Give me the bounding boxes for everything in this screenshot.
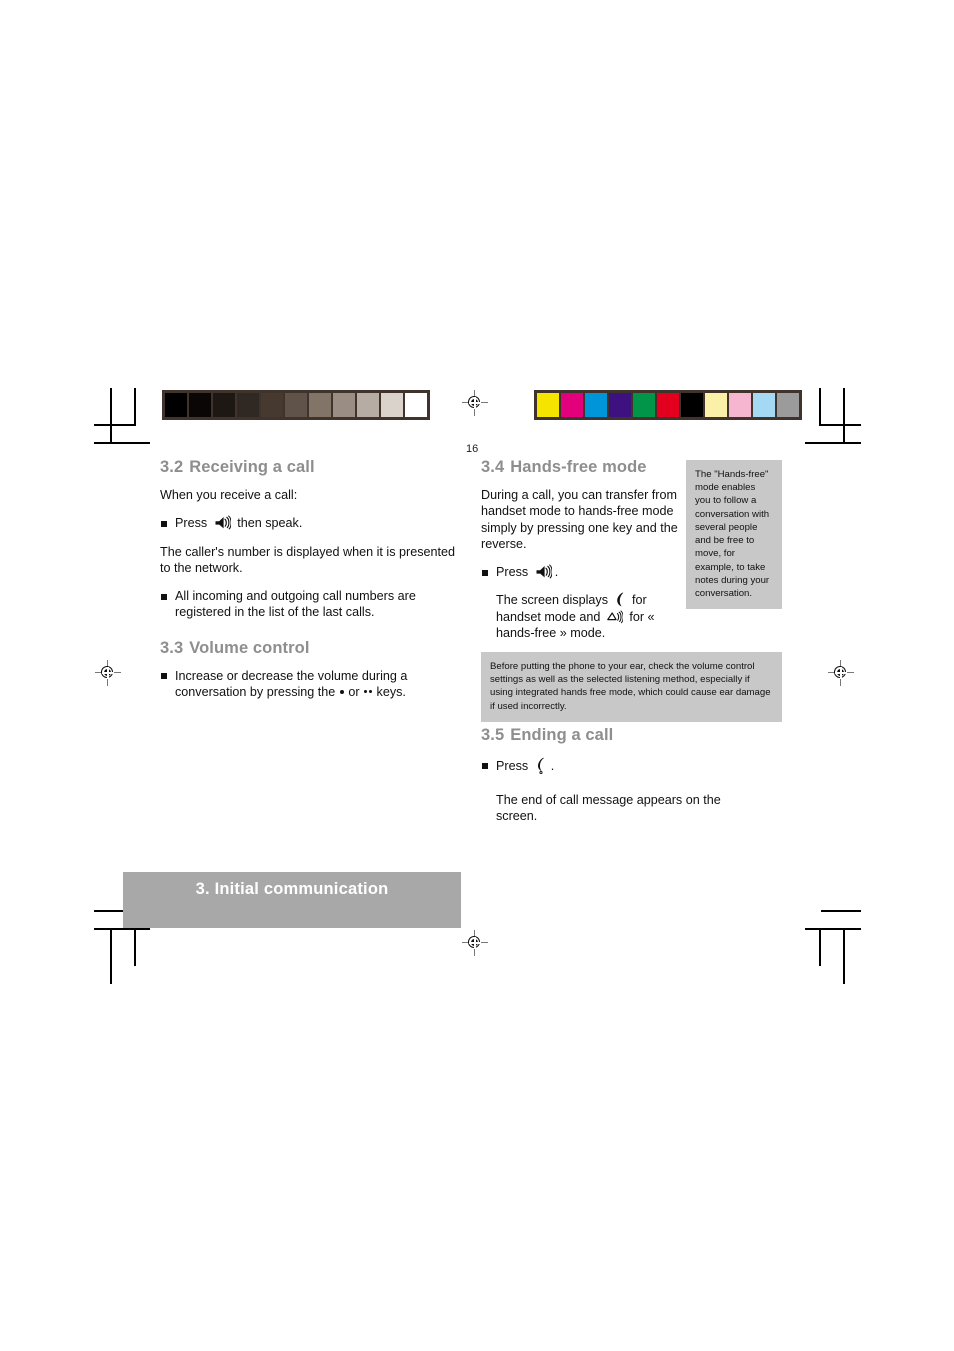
chapter-footer-banner: 3. Initial communication [123,872,461,928]
registration-target-icon-bottom [462,930,488,956]
press-period-hands-free: . [554,565,559,580]
section-number-3-2: 3.2 [160,458,184,476]
loudspeaker-icon [535,564,552,580]
grayscale-swatch [285,393,307,417]
crop-mark-bottom-right-outer-v [843,928,845,984]
right-text-column: 3.4 Hands-free mode During a call, you ca… [481,458,721,823]
registration-target-icon-right [828,660,854,686]
crop-mark-top-right-inner-v [819,388,821,426]
left-text-column: 3.2 Receiving a call When you receive a c… [160,458,460,712]
volume-text-part1: Increase or decrease the volume during a… [175,668,408,699]
section-title-3-5: Ending a call [510,726,614,744]
section-title-3-2: Receiving a call [189,458,315,476]
crop-mark-bottom-right-inner-h [821,910,861,912]
registration-target-icon-left [95,660,121,686]
section-heading-3-5: 3.5 Ending a call [481,726,781,744]
caller-number-note: The caller's number is displayed when it… [160,544,456,575]
color-swatch [609,393,631,417]
call-numbers-list: All incoming and outgoing call numbers a… [160,588,460,620]
list-item-press-end-call: Press . [481,757,781,774]
section-title-3-4: Hands-free mode [510,458,647,476]
crop-mark-bottom-right-outer-h [805,928,861,930]
section-title-3-3: Volume control [189,638,310,657]
loudspeaker-icon [214,515,231,531]
color-calibration-strip [534,390,802,420]
color-swatch [777,393,799,417]
volume-warning-note: Before putting the phone to your ear, ch… [481,652,782,722]
color-swatch [585,393,607,417]
screen-display-note: The screen displays for handset mode and… [496,592,681,641]
press-label: Press [175,516,208,531]
color-swatch [705,393,727,417]
grayscale-swatch [165,393,187,417]
color-swatch [753,393,775,417]
grayscale-swatch [405,393,427,417]
crop-mark-top-left-outer-h [94,442,150,444]
press-period-end-call: . [550,759,555,773]
grayscale-swatch [213,393,235,417]
section-number-3-5: 3.5 [481,726,505,744]
printed-page-sheet: 16 3.2 Receiving a call When you receive … [0,0,954,1351]
page-number: 16 [466,443,479,455]
receiving-call-press-list: Press then speak. [160,515,460,531]
grayscale-swatch [381,393,403,417]
crop-mark-bottom-right-inner-v [819,928,821,966]
screen-note-part1: The screen displays [496,593,608,608]
single-dot-key-icon [339,689,344,694]
section-number-3-4: 3.4 [481,458,505,476]
grayscale-calibration-strip [162,390,430,420]
grayscale-swatch [309,393,331,417]
hands-free-press-list: Press . [481,564,681,580]
crop-mark-bottom-left-inner-v [134,928,136,966]
section-heading-3-3: 3.3 Volume control [160,639,460,657]
crop-mark-top-left-outer-v [110,388,112,444]
volume-or-label: or [348,684,360,699]
crop-mark-bottom-left-outer-h [94,928,150,930]
volume-control-list: Increase or decrease the volume during a… [160,668,460,700]
color-swatch [657,393,679,417]
ending-call-list: Press . [481,757,781,774]
list-item-press-hands-free: Press . [481,564,681,580]
list-item-volume: Increase or decrease the volume during a… [160,668,460,700]
handset-icon [615,592,626,607]
end-of-call-note: The end of call message appears on the s… [496,793,721,824]
list-item-press-speaker: Press then speak. [160,515,460,531]
color-swatch [537,393,559,417]
crop-mark-top-right-inner-h [821,424,861,426]
grayscale-swatch [237,393,259,417]
list-item-registered-numbers: All incoming and outgoing call numbers a… [160,588,460,620]
press-label-hands-free: Press [496,565,529,580]
then-speak-label: then speak. [237,516,303,531]
color-swatch [633,393,655,417]
chapter-footer-banner-label: 3. Initial communication [195,880,389,898]
hands-free-side-note: The "Hands-free" mode enables you to fol… [686,460,782,610]
hands-free-body: During a call, you can transfer from han… [481,488,678,551]
crop-mark-top-left-inner-h [94,424,134,426]
color-swatch [681,393,703,417]
registration-target-icon-top [462,390,488,416]
hands-free-icon [607,610,623,624]
volume-text-part2: keys. [376,684,406,699]
receiving-call-intro: When you receive a call: [160,488,298,503]
section-heading-3-4: 3.4 Hands-free mode [481,458,681,476]
section-heading-3-2: 3.2 Receiving a call [160,458,460,476]
crop-mark-top-left-inner-v [134,388,136,426]
double-dot-key-icon-a [364,689,368,693]
crop-mark-top-right-outer-v [843,388,845,444]
grayscale-swatch [189,393,211,417]
grayscale-swatch [357,393,379,417]
end-call-icon [535,757,548,774]
grayscale-swatch [333,393,355,417]
press-label-end-call: Press [496,759,529,773]
double-dot-key-icon-b [369,689,373,693]
crop-mark-top-right-outer-h [805,442,861,444]
color-swatch [729,393,751,417]
section-number-3-3: 3.3 [160,638,184,657]
grayscale-swatch [261,393,283,417]
crop-mark-bottom-left-outer-v [110,928,112,984]
color-swatch [561,393,583,417]
